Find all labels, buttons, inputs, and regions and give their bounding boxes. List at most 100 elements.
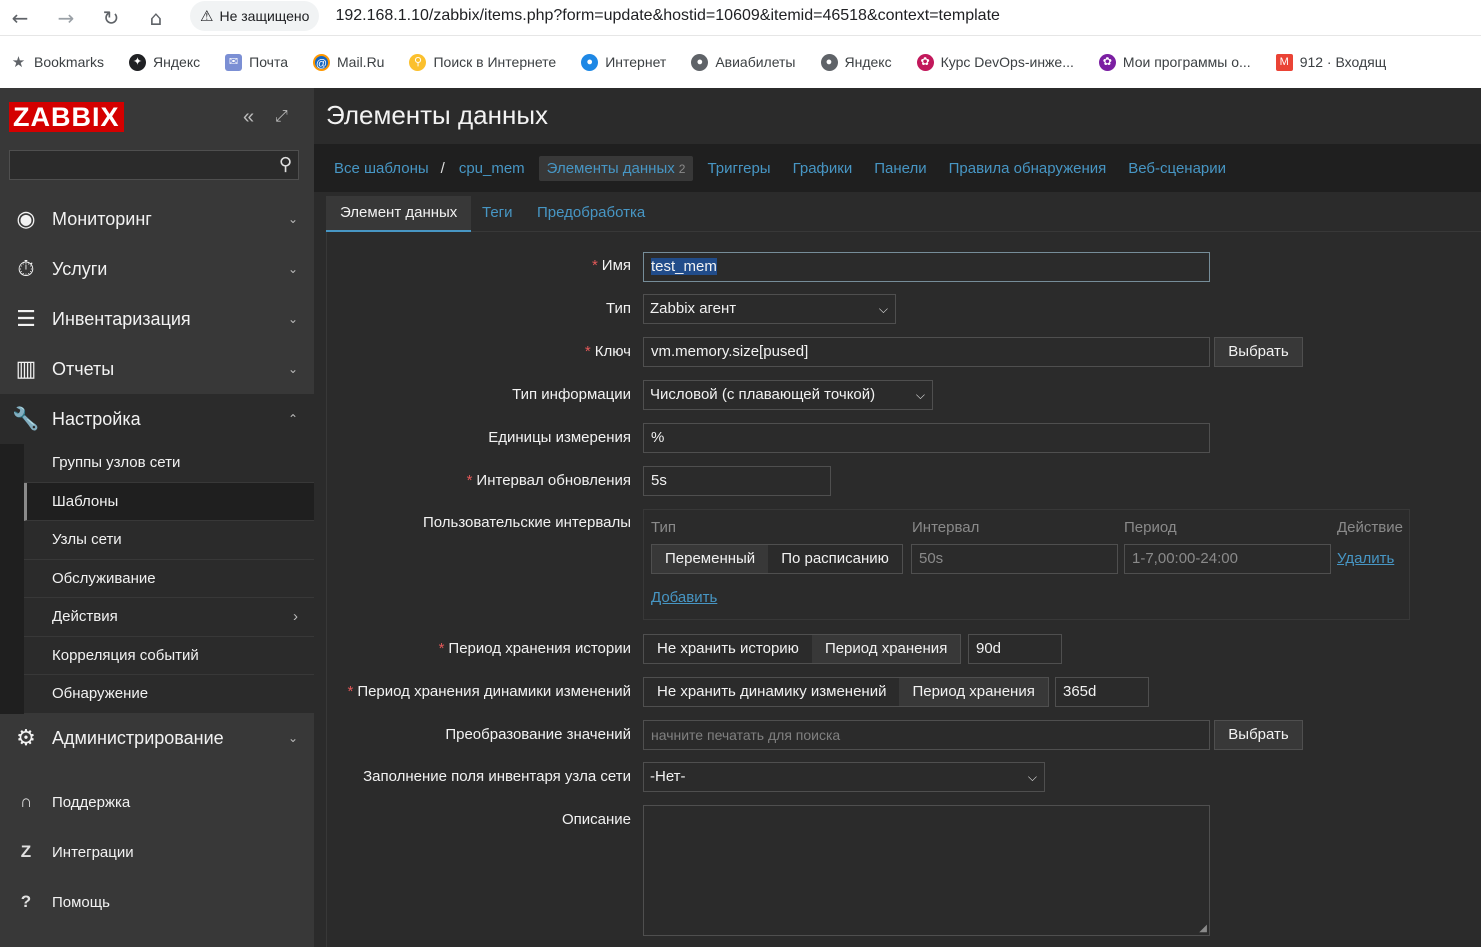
address-bar[interactable]: ⚠ Не защищено 192.168.1.10/zabbix/items.… — [190, 0, 1481, 32]
footer-label: Поддержка — [52, 793, 131, 811]
footer-integrations[interactable]: Z Интеграции — [0, 832, 314, 872]
interval-input[interactable]: 5s — [643, 466, 831, 496]
custom-intervals-label: Пользовательские интервалы — [422, 514, 631, 531]
history-do-not-keep-option[interactable]: Не хранить историю — [644, 635, 812, 663]
search-icon[interactable]: ⚲ — [279, 154, 292, 175]
crumb-template[interactable]: cpu_mem — [459, 160, 525, 177]
menu-services[interactable]: ⏱ Услуги ⌄ — [0, 244, 314, 294]
footer-support[interactable]: ∩ Поддержка — [0, 782, 314, 822]
required-asterisk: * — [438, 640, 445, 657]
trends-storage-period-option[interactable]: Период хранения — [899, 678, 1048, 706]
description-label: Описание — [561, 811, 631, 828]
chevron-down-icon: ⌄ — [287, 262, 298, 276]
submenu-host-groups[interactable]: Группы узлов сети — [24, 444, 314, 483]
submenu-label: Узлы сети — [52, 531, 122, 549]
menu-inventory[interactable]: ☰ Инвентаризация ⌄ — [0, 294, 314, 344]
crumb-all-templates[interactable]: Все шаблоны — [334, 160, 429, 177]
valuemap-select-button[interactable]: Выбрать — [1214, 720, 1303, 750]
crumb-items[interactable]: Элементы данных 2 — [538, 155, 694, 181]
submenu-hosts[interactable]: Узлы сети — [24, 521, 314, 560]
search-input[interactable]: ⚲ — [9, 150, 299, 180]
units-input[interactable]: % — [643, 423, 1210, 453]
bookmark-item[interactable]: ● Яндекс — [820, 53, 892, 71]
ci-scheduling-option[interactable]: По расписанию — [768, 545, 902, 573]
bookmark-item[interactable]: @ Mail.Ru — [313, 53, 385, 71]
stopwatch-icon: ⏱ — [17, 256, 35, 281]
menu-administration[interactable]: ⚙ Администрирование ⌄ — [0, 713, 314, 763]
forward-arrow-icon[interactable]: → — [52, 4, 80, 32]
security-badge[interactable]: ⚠ Не защищено — [190, 1, 320, 31]
trends-toggle[interactable]: Не хранить динамику изменений Период хра… — [643, 677, 1049, 707]
resize-grip-icon[interactable]: ◢ — [1199, 923, 1207, 934]
submenu-templates[interactable]: Шаблоны — [24, 482, 314, 521]
home-icon[interactable]: ⌂ — [142, 4, 170, 32]
valuemap-input[interactable]: начните печатать для поиска — [643, 720, 1210, 750]
inventory-label: Заполнение поля инвентаря узла сети — [363, 768, 631, 785]
ci-flexible-option[interactable]: Переменный — [652, 545, 769, 573]
key-select-button[interactable]: Выбрать — [1214, 337, 1303, 367]
collapse-sidebar-icon[interactable]: « — [243, 106, 254, 129]
name-input[interactable]: test_mem — [643, 252, 1210, 282]
crumb-triggers[interactable]: Триггеры — [707, 160, 770, 177]
inventory-select[interactable]: -Нет- ⌵ — [643, 762, 1045, 792]
trends-do-not-keep-option[interactable]: Не хранить динамику изменений — [644, 678, 899, 706]
tab-item[interactable]: Элемент данных — [326, 196, 472, 232]
key-label: * Ключ — [585, 343, 631, 360]
key-input[interactable]: vm.memory.size[pused] — [643, 337, 1210, 367]
url-text[interactable]: 192.168.1.10/zabbix/items.php?form=updat… — [335, 7, 999, 25]
bookmark-item[interactable]: M 912 · Входящ — [1275, 53, 1386, 71]
bookmark-item[interactable]: ● Интернет — [581, 53, 666, 71]
crumb-web-scenarios[interactable]: Веб-сценарии — [1128, 160, 1226, 177]
kiosk-mode-icon[interactable]: ⤢ — [275, 108, 288, 126]
ci-remove-link[interactable]: Удалить — [1337, 550, 1394, 567]
info-type-select[interactable]: Числовой (с плавающей точкой) ⌵ — [643, 380, 933, 410]
ci-type-toggle[interactable]: Переменный По расписанию — [651, 544, 903, 574]
bookmark-label: Яндекс — [844, 54, 892, 70]
menu-label: Мониторинг — [52, 208, 152, 229]
bookmark-item[interactable]: ✉ Почта — [225, 53, 288, 71]
menu-configuration[interactable]: 🔧 Настройка ⌃ — [0, 394, 314, 444]
ci-period-input[interactable]: 1-7,00:00-24:00 — [1124, 544, 1331, 574]
name-label-text: Имя — [601, 257, 631, 274]
menu-label: Настройка — [52, 408, 141, 429]
crumb-discovery-rules[interactable]: Правила обнаружения — [949, 160, 1107, 177]
custom-intervals-table: Тип Интервал Период Действие Переменный … — [643, 509, 1410, 620]
reload-icon[interactable]: ↻ — [97, 4, 125, 32]
history-period-input[interactable]: 90d — [968, 634, 1062, 664]
tab-preprocessing[interactable]: Предобработка — [523, 196, 659, 232]
trends-period-input[interactable]: 365d — [1055, 677, 1149, 707]
history-storage-period-option[interactable]: Период хранения — [811, 635, 961, 663]
bookmark-item[interactable]: ★ Bookmarks — [10, 54, 104, 71]
footer-help[interactable]: ? Помощь — [0, 882, 314, 922]
valuemap-label: Преобразование значений — [445, 726, 631, 743]
submenu-discovery[interactable]: Обнаружение — [24, 675, 314, 714]
gmail-icon: M — [1275, 53, 1293, 71]
menu-label: Инвентаризация — [52, 308, 191, 329]
info-type-label: Тип информации — [512, 386, 631, 403]
crumb-dashboards[interactable]: Панели — [874, 160, 926, 177]
bookmark-label: Mail.Ru — [337, 54, 385, 70]
submenu-actions[interactable]: Действия › — [24, 598, 314, 637]
description-textarea[interactable]: ◢ — [643, 805, 1210, 936]
menu-reports[interactable]: ▥ Отчеты ⌄ — [0, 344, 314, 394]
chevron-down-icon: ⌵ — [1027, 770, 1037, 784]
ci-interval-input[interactable]: 50s — [911, 544, 1118, 574]
bookmark-item[interactable]: ⚲ Поиск в Интернете — [409, 53, 556, 71]
menu-monitoring[interactable]: ◉ Мониторинг ⌄ — [0, 194, 314, 244]
history-toggle[interactable]: Не хранить историю Период хранения — [643, 634, 962, 664]
back-arrow-icon[interactable]: ← — [6, 4, 34, 32]
type-select[interactable]: Zabbix агент ⌵ — [643, 294, 896, 324]
bookmark-item[interactable]: ✿ Курс DevOps-инже... — [916, 53, 1074, 71]
info-type-value: Числовой (с плавающей точкой) — [650, 386, 876, 403]
name-value: test_mem — [651, 258, 717, 275]
ci-header-period: Период — [1124, 519, 1177, 536]
bookmark-item[interactable]: ✦ Яндекс — [129, 53, 200, 71]
bookmark-item[interactable]: ✿ Мои программы о... — [1098, 53, 1251, 71]
ci-add-link[interactable]: Добавить — [651, 589, 717, 606]
submenu-maintenance[interactable]: Обслуживание — [24, 560, 314, 598]
submenu-event-correlation[interactable]: Корреляция событий — [24, 637, 314, 675]
bookmark-item[interactable]: ● Авиабилеты — [691, 53, 796, 71]
tab-tags[interactable]: Теги — [468, 196, 527, 232]
zabbix-logo[interactable]: ZABBIX — [9, 102, 124, 132]
crumb-graphs[interactable]: Графики — [793, 160, 853, 177]
